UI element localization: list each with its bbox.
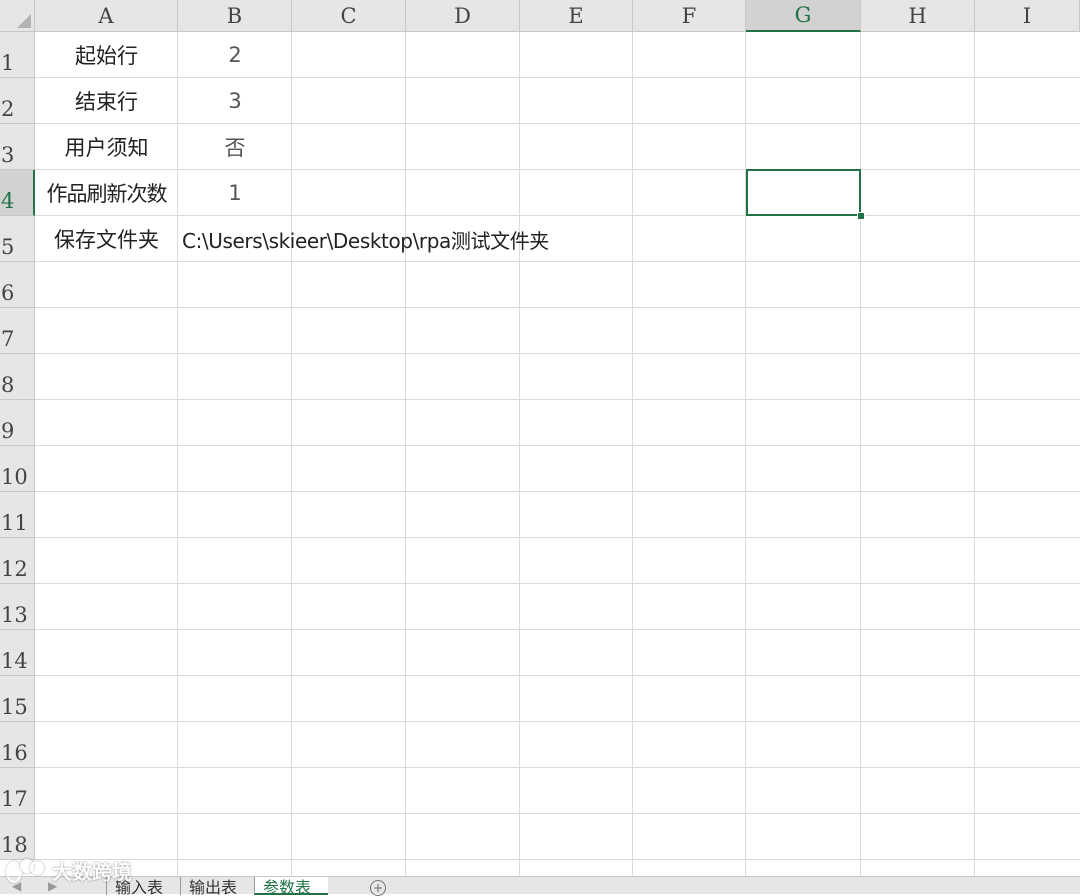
row-header-15[interactable]: 15 [0,676,35,722]
gridline [35,721,1080,722]
row-header-7[interactable]: 7 [0,308,35,354]
cell-a3[interactable]: 用户须知 [35,124,178,170]
cell-a2[interactable]: 结束行 [35,78,178,124]
cell-a4[interactable]: 作品刷新次数 [35,170,178,216]
column-header-i[interactable]: I [975,0,1080,32]
gridline [405,32,406,878]
row-header-2[interactable]: 2 [0,78,35,124]
column-header-b[interactable]: B [178,0,292,32]
gridline [35,629,1080,630]
row-header-6[interactable]: 6 [0,262,35,308]
column-header-h[interactable]: H [861,0,975,32]
row-header-3[interactable]: 3 [0,124,35,170]
gridline [519,32,520,878]
row-header-10[interactable]: 10 [0,446,35,492]
spreadsheet-grid: A B C D E F G H I 1 2 3 4 5 6 7 8 9 10 1… [0,0,1080,878]
cell-b5[interactable]: C:\Users\skieer\Desktop\rpa测试文件夹 [178,216,638,262]
column-header-d[interactable]: D [406,0,520,32]
row-header-14[interactable]: 14 [0,630,35,676]
row-header-17[interactable]: 17 [0,768,35,814]
gridline [35,445,1080,446]
row-header-11[interactable]: 11 [0,492,35,538]
gridline [35,813,1080,814]
gridline [35,399,1080,400]
column-header-a[interactable]: A [35,0,178,32]
gridline [632,32,633,878]
gridline [974,32,975,878]
row-header-8[interactable]: 8 [0,354,35,400]
cell-g4-selection[interactable] [746,169,861,216]
watermark-text: 大数跨境 [52,860,132,884]
gridline [35,767,1080,768]
gridline [35,353,1080,354]
gridline [35,307,1080,308]
row-header-5[interactable]: 5 [0,216,35,262]
cell-b4[interactable]: 1 [178,170,292,216]
select-all-button[interactable] [0,0,35,32]
column-header-g[interactable]: G [746,0,861,32]
cell-b2[interactable]: 3 [178,78,292,124]
row-header-13[interactable]: 13 [0,584,35,630]
fill-handle[interactable] [857,212,865,220]
gridline [35,675,1080,676]
cell-b3[interactable]: 否 [178,124,292,170]
gridline [860,32,861,878]
column-header-f[interactable]: F [633,0,746,32]
gridline [745,32,746,878]
row-header-16[interactable]: 16 [0,722,35,768]
gridline [35,583,1080,584]
gridline [35,491,1080,492]
row-header-4[interactable]: 4 [0,170,35,216]
cell-a5[interactable]: 保存文件夹 [35,216,178,262]
row-header-18[interactable]: 18 [0,814,35,860]
column-header-c[interactable]: C [292,0,406,32]
cell-b1[interactable]: 2 [178,32,292,78]
row-header-9[interactable]: 9 [0,400,35,446]
gridline [35,537,1080,538]
sheet-tab-bar: ◀ ▶ 输入表 输出表 参数表 + [0,876,1080,896]
row-header-12[interactable]: 12 [0,538,35,584]
tab-parameter-sheet[interactable]: 参数表 [254,877,328,895]
select-all-triangle-icon [17,14,31,28]
row-header-1[interactable]: 1 [0,32,35,78]
column-header-e[interactable]: E [520,0,633,32]
gridline [35,859,1080,860]
logo-icon [6,858,46,883]
cell-a1[interactable]: 起始行 [35,32,178,78]
tab-output-sheet[interactable]: 输出表 [180,877,254,895]
watermark: 大数跨境 [6,856,132,885]
